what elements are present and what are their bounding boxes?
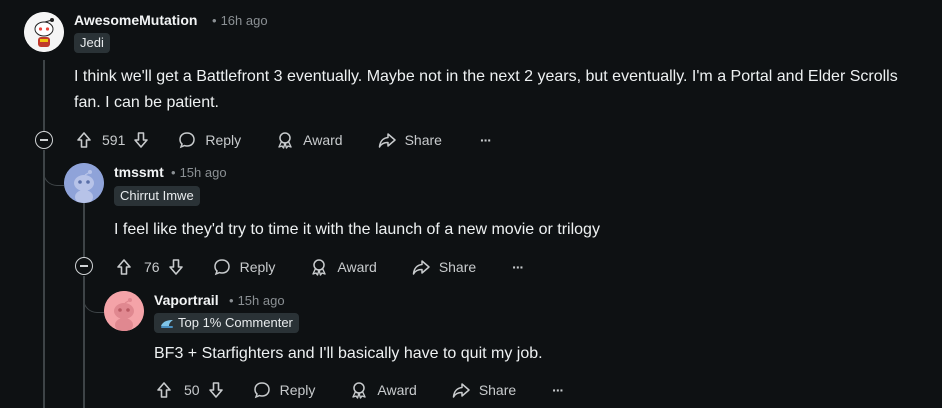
comment-time: • 16h ago xyxy=(212,13,268,28)
upvote-button[interactable] xyxy=(154,380,174,400)
comment-actions: 591 Reply Award Share ··· xyxy=(74,124,492,156)
share-button[interactable]: Share xyxy=(377,130,442,150)
share-button[interactable]: Share xyxy=(451,380,516,400)
reply-label: Reply xyxy=(239,259,276,275)
comment-body: I think we'll get a Battlefront 3 eventu… xyxy=(74,68,898,111)
reply-icon xyxy=(179,132,196,149)
downvote-icon xyxy=(134,132,149,148)
award-icon xyxy=(278,132,292,149)
time-text: 15h ago xyxy=(237,293,285,308)
time-text: 15h ago xyxy=(179,165,227,180)
avatar[interactable] xyxy=(64,163,104,203)
award-button[interactable]: Award xyxy=(275,130,343,150)
share-label: Share xyxy=(478,382,517,398)
thread-branch-2 xyxy=(83,276,104,313)
reply-button[interactable]: Reply xyxy=(212,257,276,277)
thread-line-2 xyxy=(83,200,85,258)
comment-actions: 50 Reply Award Share ··· xyxy=(154,374,564,406)
award-label: Award xyxy=(377,382,417,398)
upvote-button[interactable] xyxy=(114,257,134,277)
vote-score: 591 xyxy=(102,132,126,148)
award-button[interactable]: Award xyxy=(349,380,417,400)
downvote-button[interactable] xyxy=(166,257,186,277)
share-button[interactable]: Share xyxy=(411,257,476,277)
separator-dot: • xyxy=(171,165,176,180)
thread-line-1b xyxy=(43,150,45,408)
upvote-icon xyxy=(157,382,171,398)
reply-label: Reply xyxy=(279,382,316,398)
comment-author[interactable]: tmssmt xyxy=(114,164,164,180)
thread-branch-1 xyxy=(43,150,64,186)
collapse-button[interactable] xyxy=(75,257,93,275)
share-icon xyxy=(378,133,396,148)
comment-author[interactable]: Vaportrail xyxy=(154,292,219,308)
share-label: Share xyxy=(404,132,442,148)
user-flair: Jedi xyxy=(74,33,110,53)
reply-label: Reply xyxy=(205,132,242,148)
comment-time: • 15h ago xyxy=(171,165,227,180)
more-options-button[interactable]: ··· xyxy=(552,382,564,398)
upvote-icon xyxy=(117,259,131,275)
comment-body: I feel like they'd try to time it with t… xyxy=(114,221,600,238)
downvote-icon xyxy=(208,382,223,398)
comment-author[interactable]: AwesomeMutation xyxy=(74,12,197,28)
snoo-avatar-icon xyxy=(64,163,104,203)
more-options-button[interactable]: ··· xyxy=(512,259,524,275)
avatar[interactable] xyxy=(104,291,144,331)
reply-icon xyxy=(213,259,230,276)
upvote-button[interactable] xyxy=(74,130,94,150)
top-commenter-icon xyxy=(161,320,173,328)
award-icon xyxy=(352,382,367,399)
award-label: Award xyxy=(337,259,377,275)
comment-body: BF3 + Starfighters and I'll basically ha… xyxy=(154,345,543,362)
collapse-button[interactable] xyxy=(35,131,53,149)
reply-button[interactable]: Reply xyxy=(177,130,241,150)
comment-time: • 15h ago xyxy=(229,293,285,308)
more-options-button[interactable]: ··· xyxy=(480,132,492,148)
downvote-button[interactable] xyxy=(131,130,151,150)
time-text: 16h ago xyxy=(220,13,268,28)
downvote-button[interactable] xyxy=(206,380,226,400)
avatar[interactable] xyxy=(24,12,64,52)
user-flair: Chirrut Imwe xyxy=(114,186,200,206)
reply-icon xyxy=(253,382,270,399)
comment-actions: 76 Reply Award Share ··· xyxy=(114,251,524,283)
share-icon xyxy=(412,260,430,275)
snoo-avatar-icon xyxy=(104,291,144,331)
downvote-icon xyxy=(168,259,183,275)
vote-score: 76 xyxy=(144,259,160,275)
reply-button[interactable]: Reply xyxy=(252,380,316,400)
share-icon xyxy=(452,383,470,398)
award-icon xyxy=(312,259,327,276)
share-label: Share xyxy=(438,259,477,275)
snoo-avatar-icon xyxy=(24,12,64,52)
flair-text: Top 1% Commenter xyxy=(178,315,293,330)
upvote-icon xyxy=(77,132,91,148)
separator-dot: • xyxy=(212,13,217,28)
vote-score: 50 xyxy=(184,382,200,398)
separator-dot: • xyxy=(229,293,234,308)
award-button[interactable]: Award xyxy=(309,257,377,277)
award-label: Award xyxy=(303,132,343,148)
thread-line-1 xyxy=(43,60,45,132)
user-flair: Top 1% Commenter xyxy=(154,313,299,333)
